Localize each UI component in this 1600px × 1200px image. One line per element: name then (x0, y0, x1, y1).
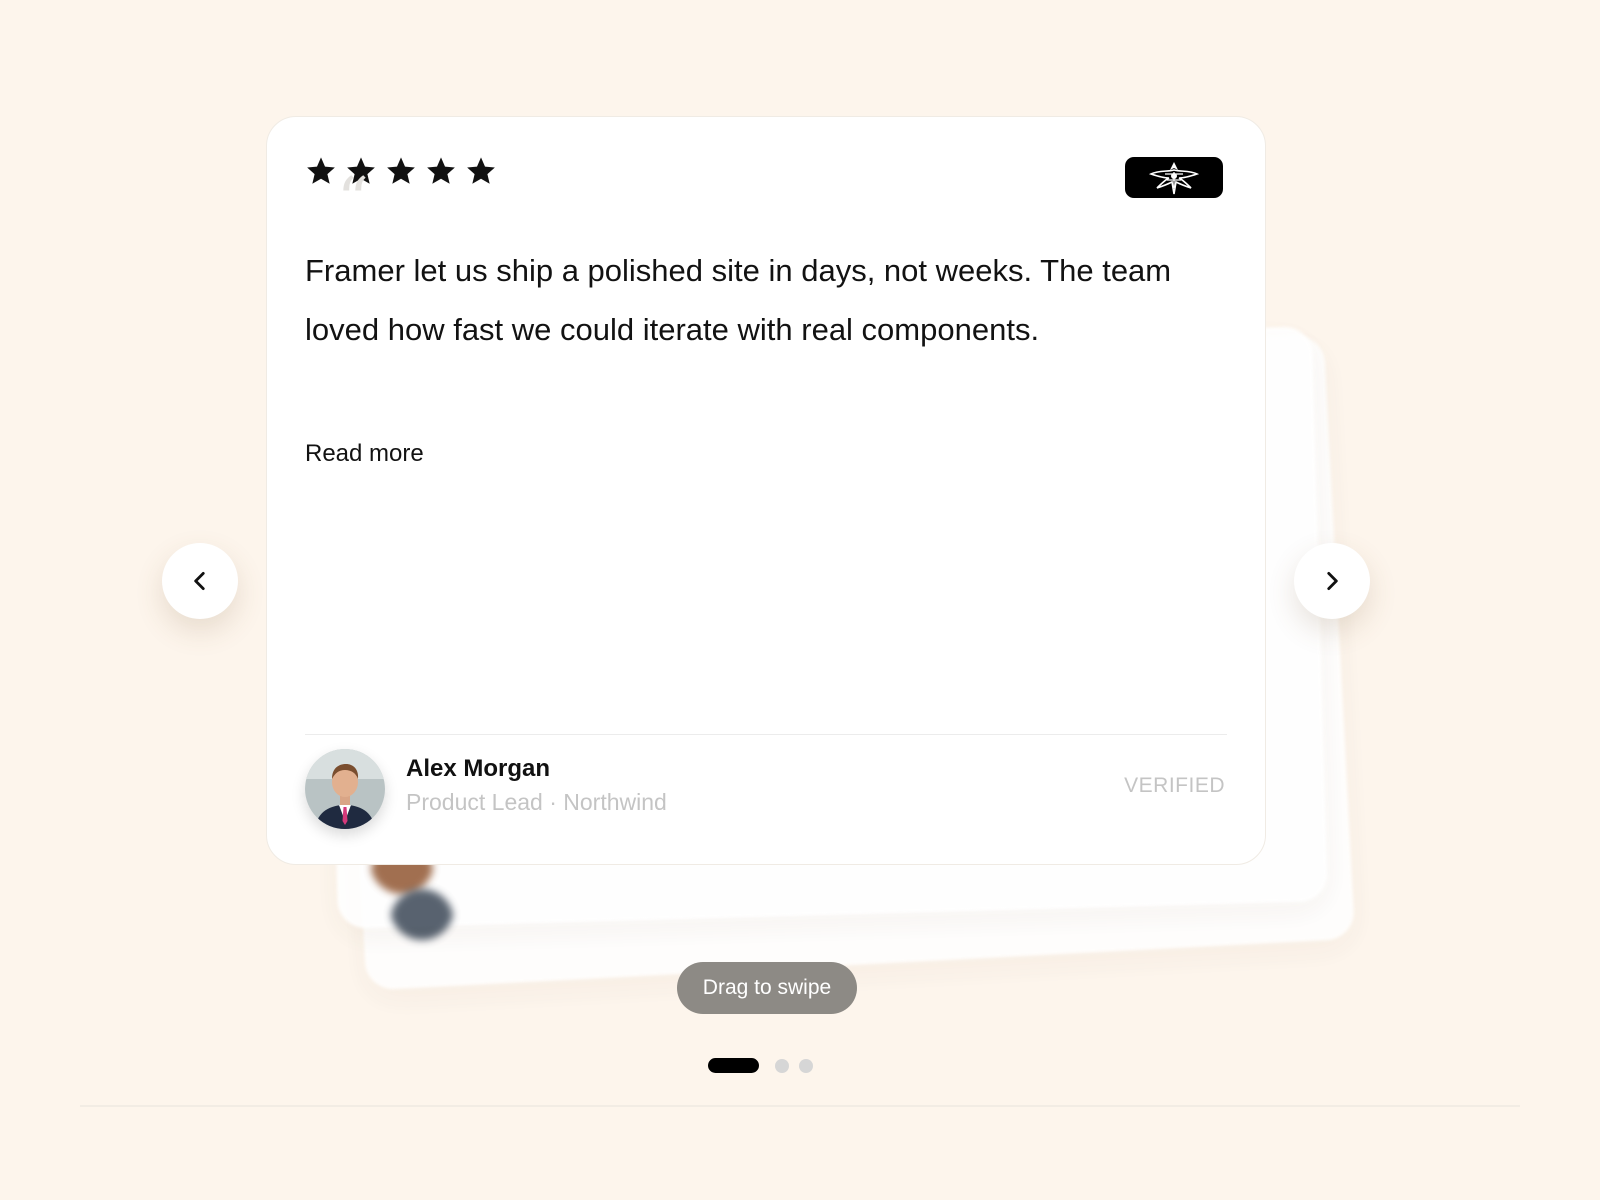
pagination-dots (708, 1058, 813, 1073)
author-role: Product Lead · Northwind (406, 789, 667, 815)
read-more-link[interactable]: Read more (305, 440, 424, 468)
star-icon (425, 155, 457, 187)
testimonial-quote: Framer let us ship a polished site in da… (305, 253, 1172, 347)
previous-button[interactable] (162, 543, 238, 619)
stacked-card-avatar (390, 876, 454, 940)
section-divider (80, 1105, 1520, 1107)
quote-mark-icon: “ (337, 163, 369, 236)
testimonial-card[interactable]: “ Framer let us ship a polished site in … (266, 116, 1266, 865)
divider (305, 734, 1227, 735)
pagination-dot-2[interactable] (775, 1058, 789, 1073)
pagination-dot-3[interactable] (799, 1058, 813, 1073)
star-rating (305, 155, 497, 187)
star-icon (305, 155, 337, 187)
chevron-left-icon (194, 572, 205, 590)
star-icon (465, 155, 497, 187)
verified-badge: VERIFIED (1124, 774, 1225, 797)
chevron-right-icon (1327, 572, 1338, 590)
pagination-dot-1[interactable] (708, 1058, 759, 1073)
winged-emblem-icon (1148, 161, 1200, 194)
author-name: Alex Morgan (406, 755, 551, 782)
next-button[interactable] (1294, 543, 1370, 619)
avatar (305, 749, 385, 829)
drag-to-swipe-hint: Drag to swipe (677, 962, 857, 1014)
testimonial-carousel: “ Framer let us ship a polished site in … (0, 0, 1600, 1200)
company-logo (1125, 157, 1223, 198)
star-icon (385, 155, 417, 187)
